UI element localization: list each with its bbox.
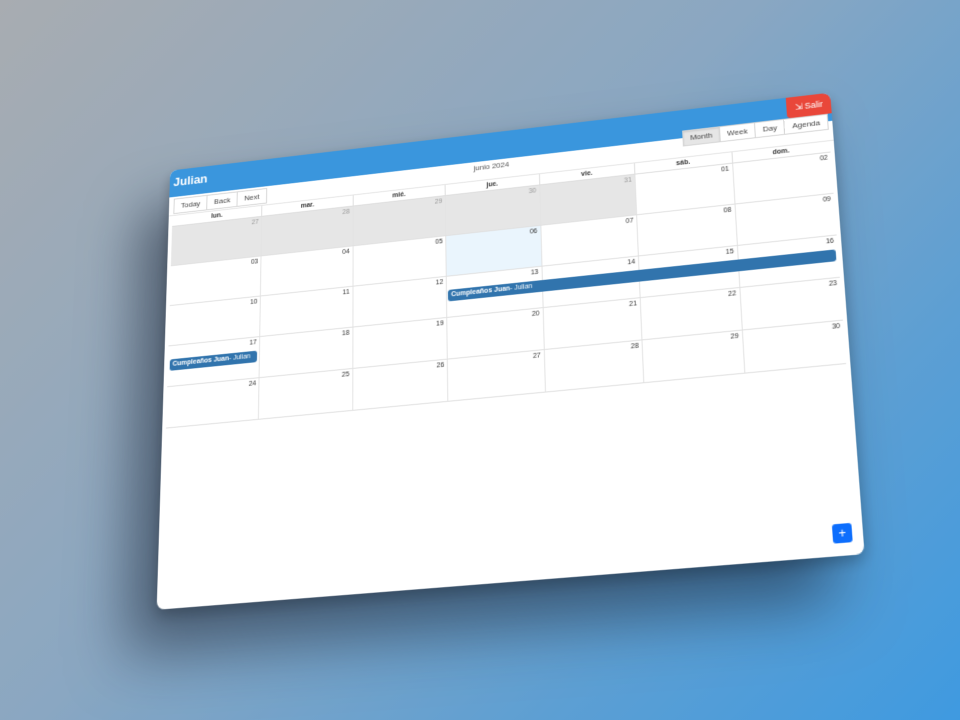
day-number[interactable]: 13 bbox=[531, 269, 539, 277]
day-number[interactable]: 31 bbox=[624, 177, 632, 184]
day-number[interactable]: 10 bbox=[250, 299, 257, 306]
day-cell[interactable]: 29 bbox=[641, 330, 744, 383]
day-number[interactable]: 25 bbox=[342, 371, 350, 379]
day-number[interactable]: 07 bbox=[626, 218, 634, 226]
day-number[interactable]: 14 bbox=[627, 259, 635, 267]
user-name-title: Julian bbox=[173, 171, 208, 189]
day-number[interactable]: 28 bbox=[342, 209, 349, 216]
day-number[interactable]: 30 bbox=[529, 188, 537, 195]
day-number[interactable]: 17 bbox=[249, 339, 256, 346]
day-cell[interactable]: 28 bbox=[543, 340, 644, 392]
day-number[interactable]: 22 bbox=[728, 290, 736, 298]
day-number[interactable]: 29 bbox=[730, 333, 738, 341]
day-number[interactable]: 28 bbox=[631, 343, 639, 351]
day-number[interactable]: 20 bbox=[532, 310, 540, 318]
day-number[interactable]: 21 bbox=[629, 300, 637, 308]
day-number[interactable]: 23 bbox=[829, 280, 838, 288]
day-number[interactable]: 01 bbox=[721, 166, 729, 174]
calendar-window: Julian ⇲ Salir Today Back Next junio 202… bbox=[156, 92, 865, 610]
day-cell[interactable]: 25 bbox=[258, 368, 353, 419]
day-number[interactable]: 11 bbox=[343, 289, 350, 296]
day-number[interactable]: 30 bbox=[832, 323, 841, 331]
scene: Julian ⇲ Salir Today Back Next junio 202… bbox=[0, 0, 960, 720]
day-cell[interactable]: 27 bbox=[447, 350, 545, 401]
day-number[interactable]: 06 bbox=[530, 228, 538, 235]
day-number[interactable]: 08 bbox=[723, 207, 731, 215]
day-number[interactable]: 24 bbox=[249, 380, 257, 387]
day-number[interactable]: 26 bbox=[437, 362, 445, 370]
day-cell[interactable]: 24 bbox=[166, 378, 259, 428]
day-number[interactable]: 29 bbox=[435, 198, 443, 205]
day-number[interactable]: 18 bbox=[342, 330, 349, 337]
day-number[interactable]: 12 bbox=[436, 279, 444, 286]
event-user: Julian bbox=[514, 283, 533, 292]
day-number[interactable]: 09 bbox=[823, 196, 832, 204]
day-number[interactable]: 16 bbox=[826, 238, 835, 246]
day-number[interactable]: 27 bbox=[533, 352, 541, 360]
logout-label: Salir bbox=[804, 99, 824, 111]
day-number[interactable]: 02 bbox=[820, 155, 828, 163]
day-cell[interactable]: 30 bbox=[741, 320, 847, 373]
logout-icon: ⇲ bbox=[794, 101, 803, 112]
event-user: Julian bbox=[233, 353, 251, 362]
day-number[interactable]: 19 bbox=[436, 320, 444, 328]
day-number[interactable]: 05 bbox=[435, 238, 443, 245]
day-number[interactable]: 27 bbox=[251, 219, 258, 226]
day-number[interactable]: 15 bbox=[726, 248, 734, 256]
day-cell[interactable]: 26 bbox=[352, 359, 448, 410]
day-number[interactable]: 03 bbox=[251, 259, 258, 266]
day-number[interactable]: 04 bbox=[342, 249, 349, 256]
add-event-button[interactable]: + bbox=[831, 522, 853, 544]
